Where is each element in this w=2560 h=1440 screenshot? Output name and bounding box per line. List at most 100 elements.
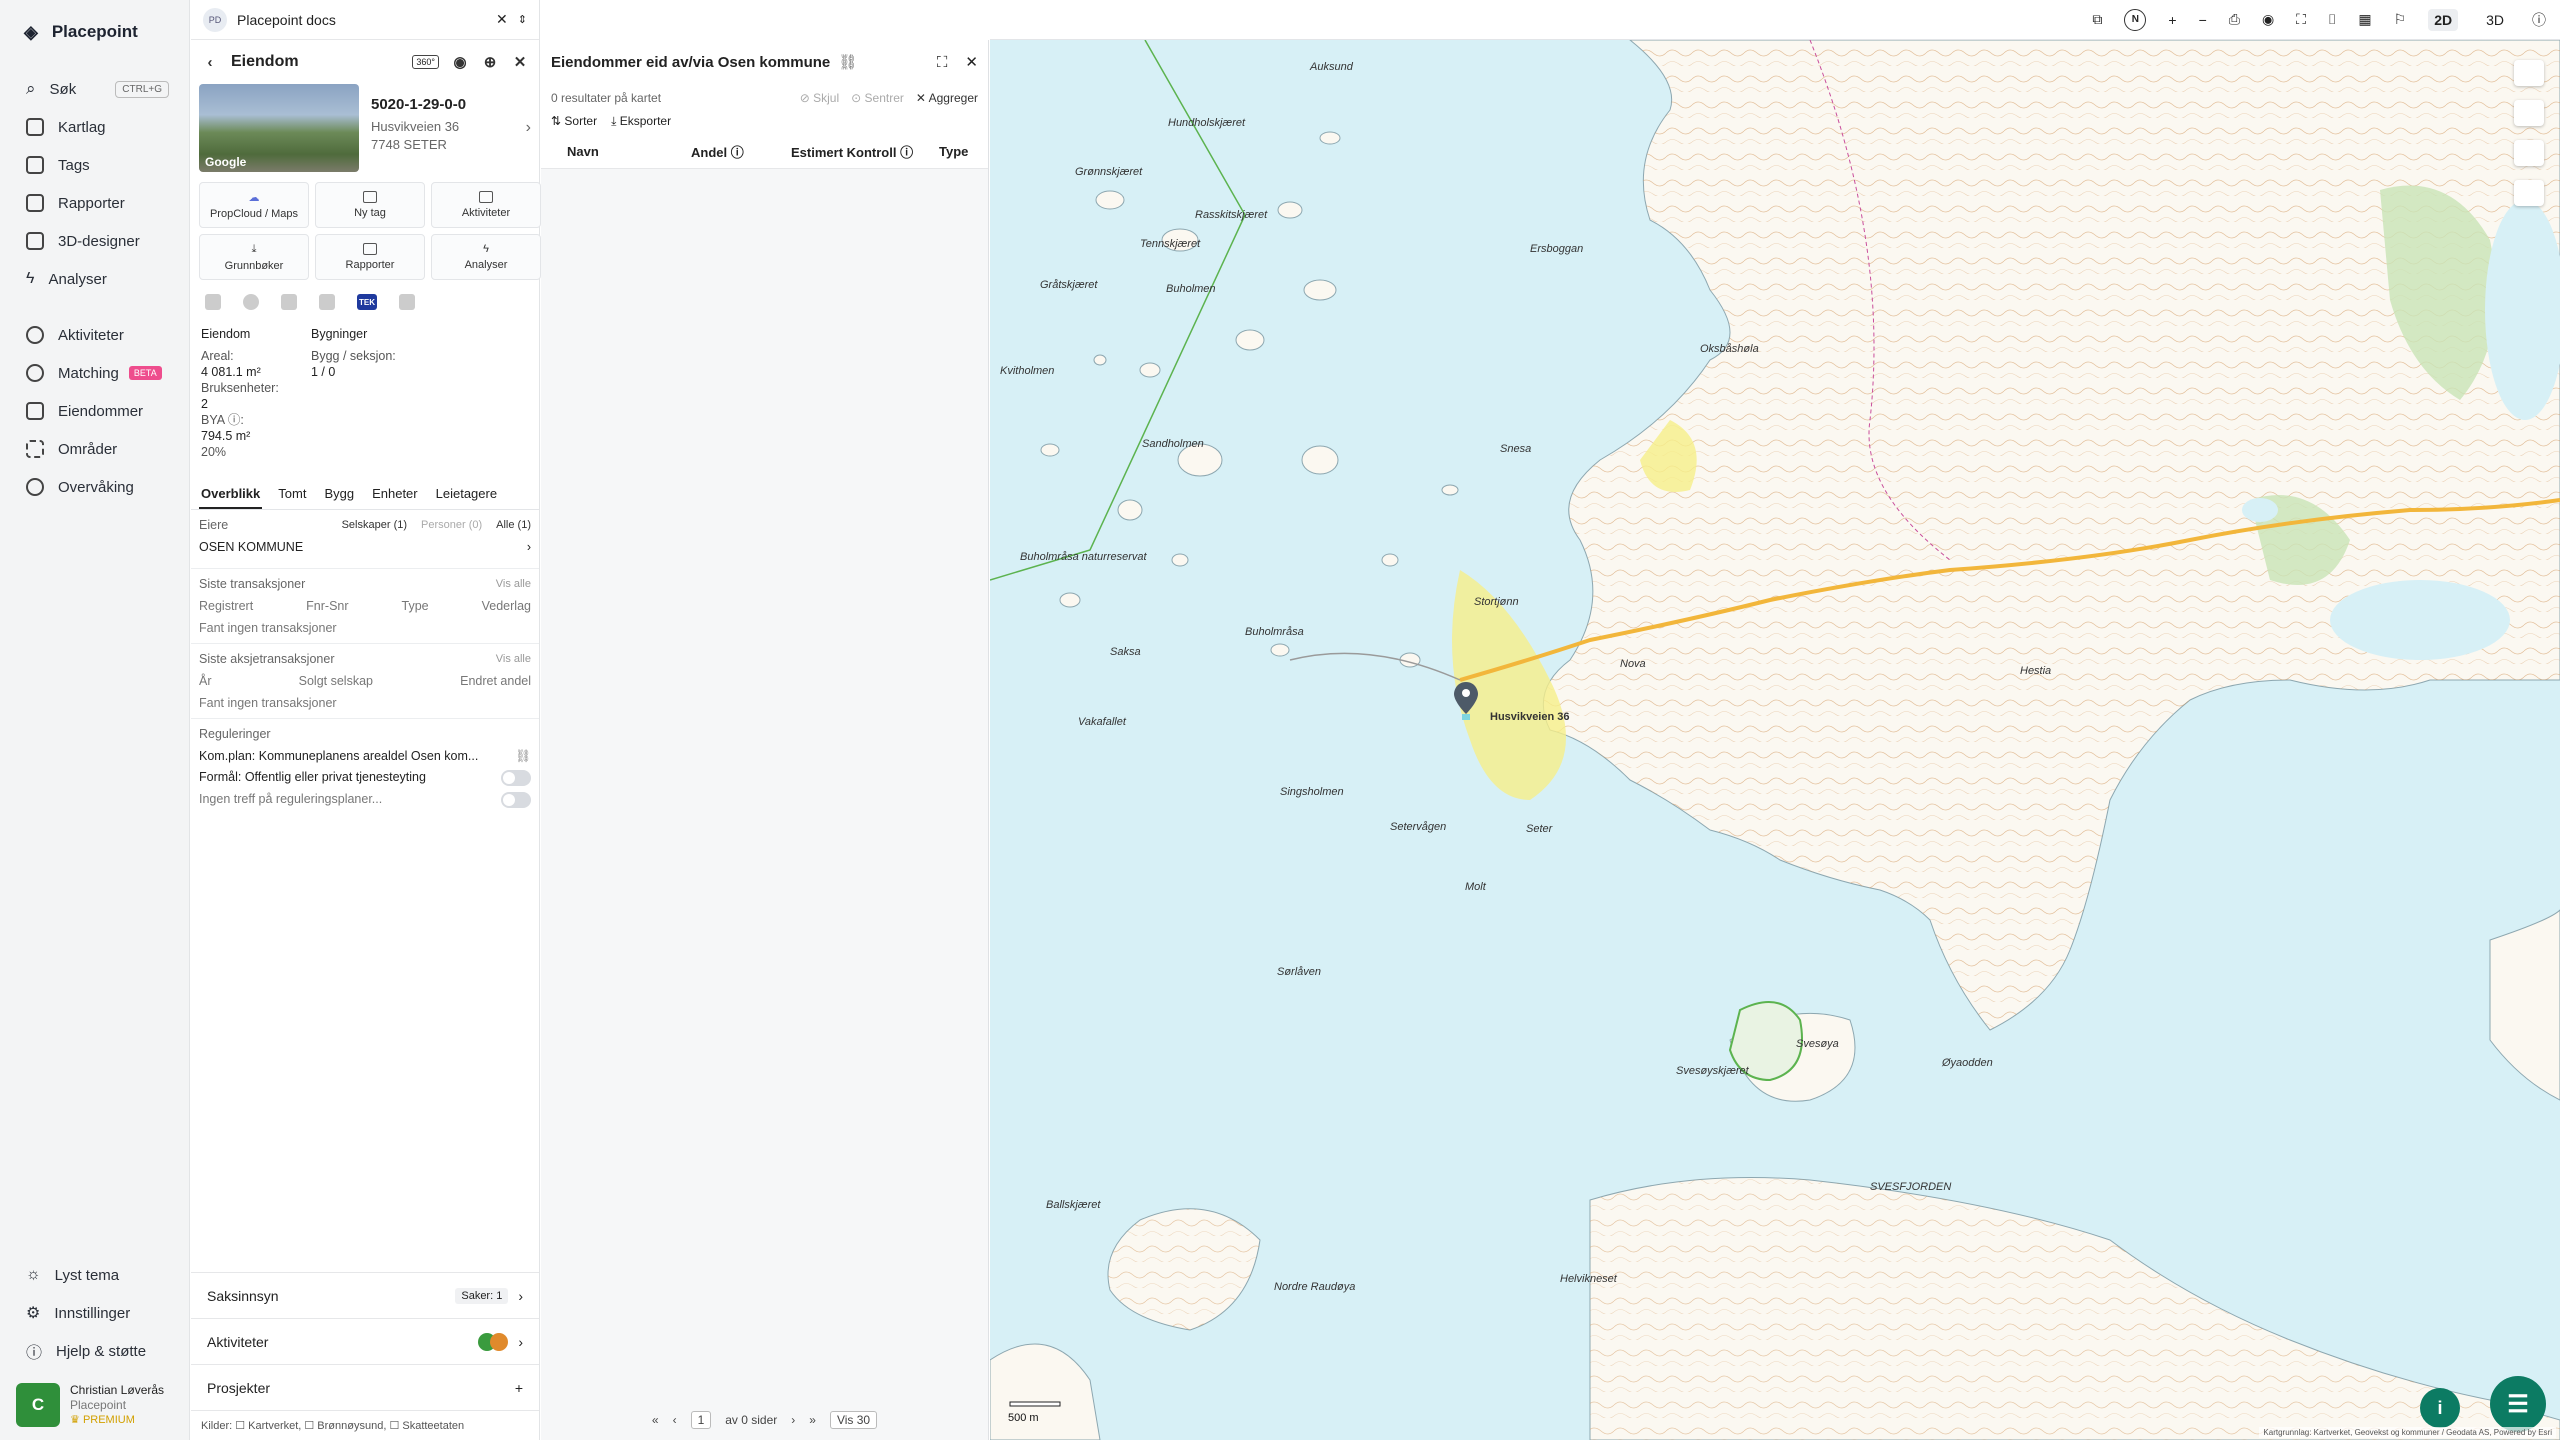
camera-icon[interactable]: ⌷ (2328, 11, 2336, 28)
close-icon[interactable]: ✕ (965, 53, 978, 71)
grid-icon[interactable]: ▦ (2358, 11, 2371, 28)
map-control-chart[interactable] (2514, 140, 2544, 166)
prosjekter-accordion[interactable]: Prosjekter + (191, 1364, 539, 1410)
brand[interactable]: ◈ Placepoint (0, 0, 189, 64)
purpose-toggle[interactable] (501, 770, 531, 786)
sidebar-item-layers[interactable]: Kartlag (0, 108, 189, 146)
sidebar-item-properties[interactable]: Eiendommer (0, 392, 189, 430)
tab-bygg[interactable]: Bygg (322, 482, 356, 509)
next-page-icon[interactable]: › (791, 1413, 795, 1427)
chevron-updown-icon[interactable]: ⇕ (518, 13, 527, 26)
info-fab[interactable]: i (2420, 1388, 2460, 1428)
last-page-icon[interactable]: » (809, 1413, 816, 1427)
plus-icon[interactable]: + (515, 1380, 523, 1396)
sidebar-item-areas[interactable]: Områder (0, 430, 189, 468)
land-registry-button[interactable]: ⤓ Grunnbøker (199, 234, 309, 280)
reports-button[interactable]: Rapporter (315, 234, 425, 280)
first-page-icon[interactable]: « (652, 1413, 659, 1427)
eye-icon[interactable]: ◉ (2262, 11, 2274, 28)
source-icon-1[interactable] (205, 294, 221, 310)
map-canvas[interactable]: Grønnskjæret Hundholskjæret Rasskitskjær… (990, 40, 2560, 1440)
filter-companies[interactable]: Selskaper (1) (342, 519, 407, 531)
add-circle-icon[interactable]: ⊕ (481, 53, 499, 71)
expand-icon[interactable]: ⛶ (937, 54, 948, 71)
sidebar-item-matching[interactable]: Matching BETA (0, 354, 189, 392)
bookmark-icon[interactable]: ⚐ (2394, 11, 2407, 28)
close-icon[interactable]: ✕ (511, 53, 529, 71)
hide-button[interactable]: ⊘ Skjul (800, 91, 839, 105)
column-control[interactable]: Estimert Kontroll ⓘ (781, 142, 931, 161)
sidebar-item-settings[interactable]: ⚙ Innstillinger (0, 1294, 189, 1332)
close-icon[interactable]: ✕ (496, 11, 508, 28)
chevron-right-icon[interactable]: › (526, 119, 531, 137)
sidebar-item-reports[interactable]: Rapporter (0, 184, 189, 222)
street-view-photo[interactable]: Google (199, 84, 359, 172)
column-share[interactable]: Andel ⓘ (661, 142, 781, 161)
areal-value: 4 081.1 m² (201, 365, 261, 379)
user-org: Placepoint (70, 1397, 127, 1412)
view-all-transactions[interactable]: Vis alle (496, 578, 531, 590)
zoom-out-icon[interactable]: − (2199, 12, 2207, 28)
new-tag-button[interactable]: Ny tag (315, 182, 425, 228)
tab-enheter[interactable]: Enheter (370, 482, 420, 509)
map-control-draw[interactable] (2514, 180, 2544, 206)
sidebar-item-help[interactable]: ⓘ Hjelp & støtte (0, 1332, 189, 1370)
link-icon[interactable]: ⛓ (838, 53, 857, 71)
sidebar-item-search[interactable]: ⌕ Søk CTRL+G (0, 70, 189, 108)
sidebar-item-analyses[interactable]: ϟ Analyser (0, 260, 189, 298)
analyses-button[interactable]: ϟ Analyser (431, 234, 541, 280)
sidebar-item-light-theme[interactable]: ☼ Lyst tema (0, 1256, 189, 1294)
link-icon[interactable]: ⛓ (515, 749, 531, 764)
page-input[interactable]: 1 (690, 1411, 712, 1429)
source-icon-6[interactable] (399, 294, 415, 310)
regulation-plan-row[interactable]: Kom.plan: Kommuneplanens arealdel Osen k… (199, 749, 531, 764)
per-page-select[interactable]: Vis 30 (829, 1411, 878, 1429)
sidebar-item-3d-designer[interactable]: 3D-designer (0, 222, 189, 260)
plans-toggle[interactable] (501, 792, 531, 808)
fullscreen-icon[interactable]: ⛶ (2296, 11, 2306, 28)
owner-row[interactable]: OSEN KOMMUNE › (199, 540, 531, 554)
sort-button[interactable]: ⇅ Sorter (551, 114, 597, 129)
mode-3d-button[interactable]: 3D (2480, 9, 2510, 31)
eye-icon[interactable]: ◉ (451, 53, 469, 71)
layers-icon[interactable]: ⧉ (2092, 11, 2102, 28)
chat-fab[interactable]: ☰ (2490, 1376, 2546, 1432)
propcloud-button[interactable]: ☁ PropCloud / Maps (199, 182, 309, 228)
sidebar-item-monitoring[interactable]: Overvåking (0, 468, 189, 506)
property-summary[interactable]: Google 5020-1-29-0-0 Husvikveien 36 7748… (191, 84, 539, 172)
map-control-layers[interactable] (2514, 60, 2544, 86)
zoom-in-icon[interactable]: + (2168, 12, 2176, 28)
saksinnsyn-accordion[interactable]: Saksinnsyn Saker: 1 › (191, 1272, 539, 1318)
tab-overblikk[interactable]: Overblikk (199, 482, 263, 509)
360-view-button[interactable]: 360° (412, 55, 439, 69)
sidebar-item-activities[interactable]: Aktiviteter (0, 316, 189, 354)
workspace-bar[interactable]: PD Placepoint docs ✕ ⇕ (191, 0, 539, 40)
map-control-measure[interactable] (2514, 100, 2544, 126)
tek-source-icon[interactable]: TEK (357, 294, 377, 310)
activities-button[interactable]: Aktiviteter (431, 182, 541, 228)
source-icon-3[interactable] (281, 294, 297, 310)
user-profile[interactable]: C Christian Løverås Placepoint ♛ PREMIUM (0, 1370, 189, 1440)
info-icon[interactable]: ⓘ (2532, 10, 2546, 30)
compass-icon[interactable]: N (2124, 8, 2147, 31)
sidebar-item-tags[interactable]: Tags (0, 146, 189, 184)
column-name[interactable]: Navn (541, 144, 661, 159)
source-icon-4[interactable] (319, 294, 335, 310)
tab-tomt[interactable]: Tomt (276, 482, 308, 509)
prev-page-icon[interactable]: ‹ (673, 1413, 677, 1427)
filter-persons[interactable]: Personer (0) (421, 519, 482, 531)
aggregate-button[interactable]: ✕ Aggreger (916, 91, 978, 105)
tab-leietagere[interactable]: Leietagere (434, 482, 499, 509)
view-all-share-transactions[interactable]: Vis alle (496, 653, 531, 665)
print-icon[interactable]: ⎙ (2229, 11, 2240, 28)
column-type[interactable]: Type (931, 144, 968, 159)
results-panel: Eiendommer eid av/via Osen kommune ⛓ ⛶ ✕… (541, 40, 989, 1440)
filter-all[interactable]: Alle (1) (496, 519, 531, 531)
source-icon-2[interactable] (243, 294, 259, 310)
property-header: ‹ Eiendom 360° ◉ ⊕ ✕ (191, 40, 539, 84)
center-button[interactable]: ⊙ Sentrer (851, 91, 904, 105)
aktiviteter-accordion[interactable]: Aktiviteter › (191, 1318, 539, 1364)
export-button[interactable]: ⤓ Eksporter (611, 114, 671, 129)
mode-2d-button[interactable]: 2D (2428, 8, 2459, 31)
back-icon[interactable]: ‹ (201, 53, 219, 71)
